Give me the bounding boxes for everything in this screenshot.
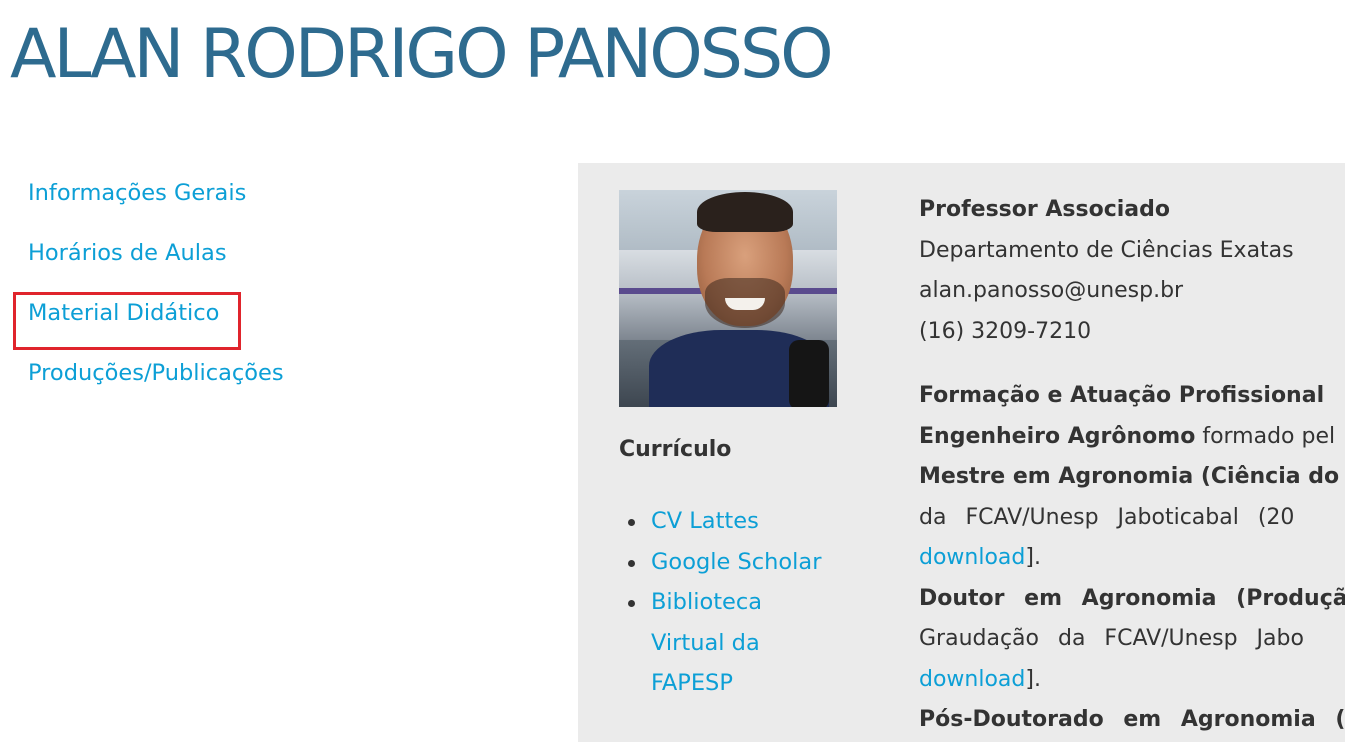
profile-panel: Currículo CV Lattes Google Scholar Bibli…: [578, 163, 1345, 742]
formacao-doutor: Doutor em Agronomia (Produçã: [919, 585, 1345, 611]
page-title: ALAN RODRIGO PANOSSO: [10, 15, 834, 94]
formacao-mestre-detail: da FCAV/Unesp Jaboticabal (20: [919, 504, 1295, 530]
photo-smile: [725, 298, 765, 310]
profile-email: alan.panosso@unesp.br: [919, 278, 1184, 303]
bracket-close: ].: [1025, 545, 1041, 570]
profile-info: Professor Associado Departamento de Ciên…: [919, 190, 1345, 741]
formacao-heading: Formação e Atuação Profissional: [919, 383, 1325, 408]
formacao-line-7: download].: [919, 660, 1345, 701]
profile-photo: [619, 190, 837, 407]
sidebar-item-informacoes-gerais[interactable]: Informações Gerais: [28, 176, 548, 236]
google-scholar-link[interactable]: Google Scholar: [651, 549, 821, 575]
download-link-doutorado[interactable]: download: [919, 667, 1025, 692]
formacao-engenheiro: Engenheiro Agrônomo: [919, 423, 1196, 449]
formacao-pos-doutorado: Pós-Doutorado em Agronomia (C: [919, 707, 1345, 732]
sidebar-item-horarios-de-aulas[interactable]: Horários de Aulas: [28, 236, 548, 296]
list-item: CV Lattes: [619, 501, 829, 542]
cv-links-list: CV Lattes Google Scholar Biblioteca Virt…: [619, 501, 829, 704]
curriculo-heading: Currículo: [619, 437, 732, 462]
formacao-mestre: Mestre em Agronomia (Ciência do S: [919, 464, 1345, 489]
formacao-line-1: Engenheiro Agrônomo formado pel: [919, 417, 1345, 458]
biblioteca-fapesp-link[interactable]: Biblioteca Virtual da FAPESP: [651, 589, 762, 696]
sidebar-item-producoes-publicacoes[interactable]: Produções/Publicações: [28, 356, 548, 416]
sidebar-item-material-didatico[interactable]: Material Didático: [13, 292, 548, 356]
bracket-close: ].: [1025, 666, 1041, 692]
cv-lattes-link[interactable]: CV Lattes: [651, 508, 759, 534]
photo-hair: [697, 192, 793, 232]
formacao-doutor-detail: Graudação da FCAV/Unesp Jabo: [919, 626, 1304, 651]
profile-phone: (16) 3209-7210: [919, 318, 1092, 344]
photo-backpack-strap: [789, 340, 829, 407]
list-item: Google Scholar: [619, 542, 829, 583]
sidebar-nav: Informações Gerais Horários de Aulas Mat…: [13, 176, 548, 416]
formacao-section: Formação e Atuação Profissional Engenhei…: [919, 376, 1345, 741]
list-item: Biblioteca Virtual da FAPESP: [619, 582, 829, 704]
profile-role: Professor Associado: [919, 197, 1171, 222]
formacao-line-4: download].: [919, 538, 1345, 579]
profile-department: Departamento de Ciências Exatas: [919, 237, 1294, 263]
formacao-engenheiro-rest: formado pel: [1195, 423, 1336, 449]
download-link-mestrado[interactable]: download: [919, 545, 1025, 570]
